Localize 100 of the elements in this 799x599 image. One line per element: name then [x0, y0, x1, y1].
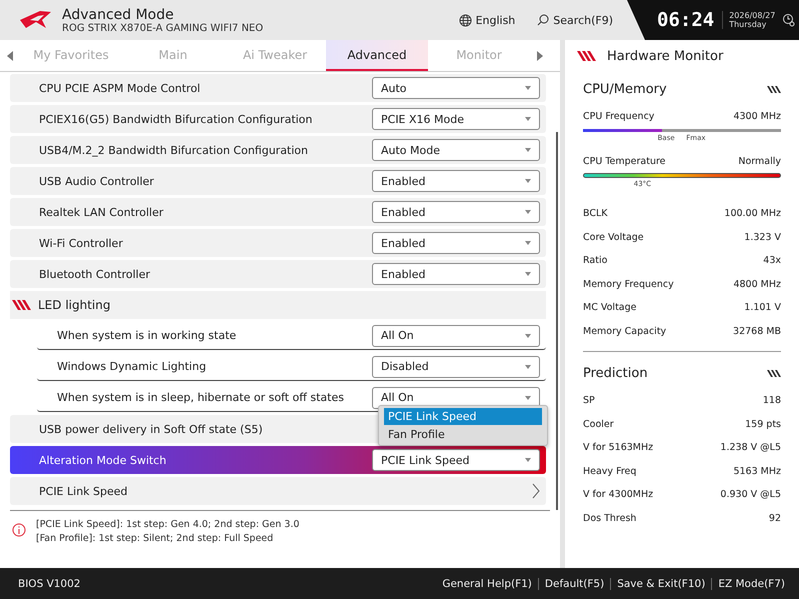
clock-time: 06:24: [657, 9, 714, 31]
left-arrow-icon: [7, 50, 13, 60]
caret-icon: [525, 179, 531, 183]
stat-label: CPU Frequency: [583, 111, 654, 122]
setting-label: When system is in working state: [57, 329, 236, 342]
submenu-row[interactable]: PCIE Link Speed: [10, 477, 546, 505]
setting-row[interactable]: When system is in working state All On: [37, 322, 546, 350]
stat-label: Core Voltage: [583, 232, 644, 243]
stat-value: 1.101 V: [744, 302, 781, 314]
stat-label: BCLK: [583, 208, 608, 220]
footer-action[interactable]: EZ Mode(F7): [711, 578, 791, 590]
search-button[interactable]: Search(F9): [537, 14, 613, 26]
monitor-title: Hardware Monitor: [607, 48, 724, 64]
stripes-icon: [12, 300, 32, 310]
stat-value: Normally: [738, 156, 781, 167]
help-text: [Fan Profile]: 1st step: Silent; 2nd step: Full Speed: [36, 533, 274, 544]
stat-label: Dos Thresh: [583, 512, 636, 524]
caret-icon: [525, 148, 531, 152]
stripes-icon: [767, 370, 781, 377]
option-select[interactable]: All On: [372, 324, 540, 346]
caret-icon: [525, 334, 531, 338]
stripes-icon: [577, 51, 597, 61]
stat-value: 43x: [763, 255, 781, 266]
footer-action[interactable]: Save & Exit(F10): [610, 578, 712, 590]
tab[interactable]: Advanced: [326, 40, 428, 71]
option-select[interactable]: Auto Mode: [372, 139, 540, 161]
option-select[interactable]: Enabled: [372, 263, 540, 285]
option-select[interactable]: PCIE X16 Mode: [372, 108, 540, 130]
option-select[interactable]: Auto: [372, 77, 540, 99]
search-icon: [537, 14, 550, 26]
stat-value: 1.323 V: [744, 232, 781, 243]
stat-label: Cooler: [583, 418, 614, 430]
setting-row[interactable]: Windows Dynamic Lighting Disabled: [37, 353, 546, 381]
setting-label: USB4/M.2_2 Bandwidth Bifurcation Configuration: [39, 144, 308, 156]
caret-icon: [525, 210, 531, 214]
chevron-icon: [532, 483, 540, 499]
option-select[interactable]: Disabled: [372, 356, 540, 378]
caret-icon: [525, 458, 531, 462]
info-icon: [12, 523, 26, 537]
help-text: [PCIE Link Speed]: 1st step: Gen 4.0; 2nd step: Gen 3.0: [36, 519, 300, 530]
stat-value: 92: [768, 512, 781, 524]
setting-row[interactable]: Wi-Fi Controller Enabled: [10, 229, 546, 257]
setting-row[interactable]: Alteration Mode Switch PCIE Link Speed: [10, 446, 546, 474]
caret-icon: [525, 117, 531, 121]
setting-row[interactable]: USB4/M.2_2 Bandwidth Bifurcation Configuration Auto Mode: [10, 136, 546, 164]
stat-label: Heavy Freq: [583, 466, 636, 477]
stat-value: 4300 MHz: [733, 111, 781, 122]
stat-value: 159 pts: [745, 418, 781, 430]
section-title: Prediction: [583, 366, 648, 381]
stat-label: Memory Frequency: [583, 278, 674, 290]
bios-version: BIOS V1002: [18, 578, 80, 590]
dropdown-option[interactable]: PCIE Link Speed: [384, 408, 542, 425]
group-header[interactable]: LED lighting: [10, 291, 546, 319]
setting-row[interactable]: Realtek LAN Controller Enabled: [10, 198, 546, 226]
caret-icon: [525, 396, 531, 400]
stat-label: V for 4300MHz: [583, 489, 654, 500]
stat-label: Memory Capacity: [583, 326, 666, 337]
setting-row[interactable]: USB Audio Controller Enabled: [10, 167, 546, 195]
setting-label: PCIEX16(G5) Bandwidth Bifurcation Configuration: [39, 112, 312, 126]
option-select[interactable]: Enabled: [372, 170, 540, 192]
setting-label: Windows Dynamic Lighting: [57, 360, 206, 373]
setting-row[interactable]: PCIEX16(G5) Bandwidth Bifurcation Configuration PCIE X16 Mode: [10, 105, 546, 133]
setting-row[interactable]: CPU PCIE ASPM Mode Control Auto: [10, 74, 546, 102]
language-button[interactable]: English: [458, 14, 516, 26]
section-title: CPU/Memory: [583, 82, 667, 97]
footer-action[interactable]: Default(F5): [538, 578, 610, 590]
logo-icon: [18, 10, 52, 30]
stat-value: 1.238 V @L5: [720, 442, 781, 454]
footer-action[interactable]: General Help(F1): [436, 578, 538, 590]
stat-value: 0.930 V @L5: [720, 489, 781, 500]
stat-value: 4800 MHz: [733, 278, 781, 290]
setting-label: CPU PCIE ASPM Mode Control: [39, 82, 200, 94]
stat-label: MC Voltage: [583, 302, 636, 314]
board-name: ROG STRIX X870E-A GAMING WIFI7 NEO: [62, 22, 264, 34]
stat-value: 5163 MHz: [733, 466, 781, 477]
setting-label: USB Audio Controller: [39, 174, 154, 188]
caret-icon: [525, 241, 531, 245]
setting-label: Realtek LAN Controller: [39, 206, 164, 218]
caret-icon: [525, 364, 531, 368]
setting-label: Wi-Fi Controller: [39, 236, 123, 250]
stat-value: 100.00 MHz: [724, 208, 781, 220]
option-select[interactable]: Enabled: [372, 201, 540, 223]
dropdown-option[interactable]: Fan Profile: [384, 426, 542, 443]
stat-value: 32768 MB: [733, 326, 781, 337]
clock-date: 2026/08/27: [729, 11, 776, 20]
option-select[interactable]: PCIE Link Speed: [372, 449, 540, 471]
clock-settings-icon[interactable]: [783, 13, 796, 27]
stat-label: SP: [583, 395, 595, 406]
group-label: LED lighting: [38, 298, 110, 312]
setting-row[interactable]: Bluetooth Controller Enabled: [10, 260, 546, 288]
clock-day: Thursday: [729, 20, 776, 29]
stat-label: Ratio: [583, 255, 608, 266]
setting-label: Bluetooth Controller: [39, 268, 150, 280]
setting-label: USB power delivery in Soft Off state (S5): [39, 422, 263, 436]
setting-label: PCIE Link Speed: [39, 484, 128, 498]
right-arrow-icon: [537, 50, 543, 60]
stripes-icon: [767, 86, 781, 93]
mode-title: Advanced Mode: [62, 6, 175, 22]
caret-icon: [525, 272, 531, 276]
option-select[interactable]: Enabled: [372, 232, 540, 254]
